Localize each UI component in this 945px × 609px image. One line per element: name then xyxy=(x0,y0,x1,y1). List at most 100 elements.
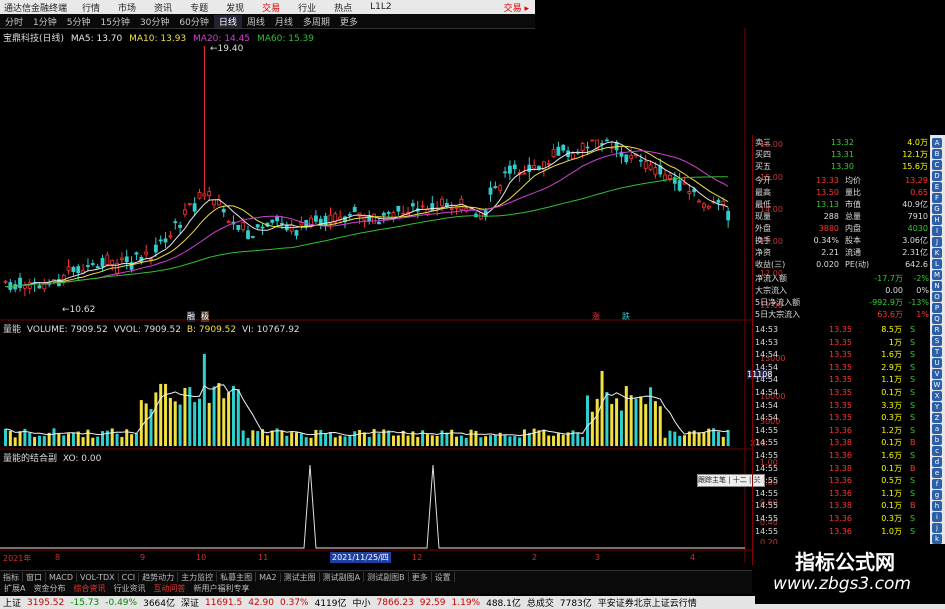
period-1min[interactable]: 1分钟 xyxy=(28,15,62,28)
info-tab[interactable]: 新用户福利专享 xyxy=(189,583,253,594)
stat-label: 最高 xyxy=(755,188,771,197)
tool-icon[interactable]: g xyxy=(932,490,942,500)
period-15min[interactable]: 15分钟 xyxy=(95,15,134,28)
marker-zhang[interactable]: 涨 xyxy=(592,311,600,322)
volume-bar xyxy=(236,389,240,446)
trade-button[interactable]: 交易 ▸ xyxy=(504,1,535,14)
volume-bar xyxy=(246,437,250,446)
order-book-row: 买四 13.31 12.1万 xyxy=(753,149,931,160)
period-weekly[interactable]: 周线 xyxy=(242,15,270,28)
volume-bar xyxy=(615,398,619,446)
tool-icon[interactable]: P xyxy=(932,303,942,313)
indicator-tab[interactable]: 趋势动力 xyxy=(139,571,179,583)
candle-body xyxy=(377,221,381,225)
indicator-tab[interactable]: CCI xyxy=(119,572,140,582)
tool-icon[interactable]: R xyxy=(932,325,942,335)
tool-icon[interactable]: i xyxy=(932,512,942,522)
tool-icon[interactable]: G xyxy=(932,204,942,214)
menu-item-zixun[interactable]: 资讯 xyxy=(145,1,181,14)
tick-side: B xyxy=(910,438,916,448)
tool-icon[interactable]: V xyxy=(932,369,942,379)
tool-icon[interactable]: c xyxy=(932,446,942,456)
tool-icon[interactable]: A xyxy=(932,138,942,148)
kline-chart-area[interactable]: 宝鼎科技(日线) MA5: 13.70 MA10: 13.93 MA20: 14… xyxy=(0,28,785,563)
tool-icon[interactable]: X xyxy=(932,391,942,401)
indicator-tab[interactable]: 主力监控 xyxy=(178,571,218,583)
candle-body xyxy=(105,254,110,265)
tool-icon[interactable]: K xyxy=(932,248,942,258)
candle-body xyxy=(71,266,76,272)
tool-icon[interactable]: M xyxy=(932,270,942,280)
tool-icon[interactable]: U xyxy=(932,358,942,368)
tool-icon[interactable]: Z xyxy=(932,413,942,423)
tool-icon[interactable]: a xyxy=(932,424,942,434)
candle-body xyxy=(323,215,328,226)
indicator-tab[interactable]: MACD xyxy=(46,572,77,582)
info-tab[interactable]: 互动问答 xyxy=(149,583,189,594)
period-multi[interactable]: 多周期 xyxy=(298,15,335,28)
menu-item-zhuanti[interactable]: 专题 xyxy=(181,1,217,14)
tool-icon[interactable]: j xyxy=(932,523,942,533)
tool-icon[interactable]: T xyxy=(932,347,942,357)
info-tab[interactable]: 扩展A xyxy=(0,583,29,594)
tool-icon[interactable]: F xyxy=(932,193,942,203)
indicator-tab[interactable]: 指标 xyxy=(0,571,23,583)
tool-icon[interactable]: N xyxy=(932,281,942,291)
tool-icon[interactable]: J xyxy=(932,237,942,247)
tick-price: 13.38 xyxy=(829,438,852,448)
volume-bar xyxy=(450,429,454,446)
info-tab[interactable]: 行业资讯 xyxy=(109,583,149,594)
tool-icon[interactable]: k xyxy=(932,534,942,544)
tool-icon[interactable]: H xyxy=(932,215,942,225)
period-60min[interactable]: 60分钟 xyxy=(174,15,213,28)
tool-icon[interactable]: Y xyxy=(932,402,942,412)
indicator-tab[interactable]: 更多 xyxy=(409,571,432,583)
indicator-tab[interactable]: 测试副图A xyxy=(320,571,365,583)
tool-icon[interactable]: S xyxy=(932,336,942,346)
info-tab[interactable]: 综合资讯 xyxy=(69,583,109,594)
marker-rong[interactable]: 融 xyxy=(187,311,195,322)
period-more[interactable]: 更多 xyxy=(335,15,363,28)
tool-icon[interactable]: W xyxy=(932,380,942,390)
menu-item-hangqing[interactable]: 行情 xyxy=(73,1,109,14)
indicator-tab[interactable]: 测试副图B xyxy=(364,571,409,583)
tool-icon[interactable]: B xyxy=(932,149,942,159)
menu-item-l1l2[interactable]: L1L2 xyxy=(361,2,400,12)
menu-item-faxian[interactable]: 发现 xyxy=(217,1,253,14)
tool-icon[interactable]: h xyxy=(932,501,942,511)
tool-icon[interactable]: f xyxy=(932,479,942,489)
tool-icon[interactable]: O xyxy=(932,292,942,302)
period-fenshi[interactable]: 分时 xyxy=(0,15,28,28)
menu-item-jiaoyi[interactable]: 交易 xyxy=(253,1,289,14)
status-item: 中小 xyxy=(352,599,371,609)
indicator-tab[interactable]: MA2 xyxy=(256,572,281,582)
tool-icon[interactable]: I xyxy=(932,226,942,236)
tool-icon[interactable]: D xyxy=(932,171,942,181)
indicator-tab[interactable]: 设置 xyxy=(432,571,455,583)
marker-ji[interactable]: 极 xyxy=(201,311,209,322)
tool-icon[interactable]: C xyxy=(932,160,942,170)
info-tab[interactable]: 资金分布 xyxy=(29,583,69,594)
indicator-tab[interactable]: 私募主图 xyxy=(217,571,257,583)
menu-item-redian[interactable]: 热点 xyxy=(325,1,361,14)
period-5min[interactable]: 5分钟 xyxy=(62,15,96,28)
indicator-tab[interactable]: 窗口 xyxy=(23,571,46,583)
menu-item-shichang[interactable]: 市场 xyxy=(109,1,145,14)
tool-icon[interactable]: e xyxy=(932,468,942,478)
indicator-tab[interactable]: VOL-TDX xyxy=(77,572,119,582)
tool-icon[interactable]: L xyxy=(932,259,942,269)
tool-icon[interactable]: b xyxy=(932,435,942,445)
tick-volume: 0.1万 xyxy=(881,463,902,473)
candle-body xyxy=(178,224,183,228)
menu-item-hangye[interactable]: 行业 xyxy=(289,1,325,14)
tool-icon[interactable]: d xyxy=(932,457,942,467)
tool-icon[interactable]: E xyxy=(932,182,942,192)
tool-icon[interactable]: Q xyxy=(932,314,942,324)
chart-canvas[interactable] xyxy=(0,28,752,563)
period-monthly[interactable]: 月线 xyxy=(270,15,298,28)
period-daily[interactable]: 日线 xyxy=(213,14,242,28)
indicator-tab[interactable]: 测试主图 xyxy=(281,571,320,583)
marker-die[interactable]: 跌 xyxy=(622,311,630,322)
x-label-3: 10 xyxy=(196,553,207,562)
period-30min[interactable]: 30分钟 xyxy=(135,15,174,28)
